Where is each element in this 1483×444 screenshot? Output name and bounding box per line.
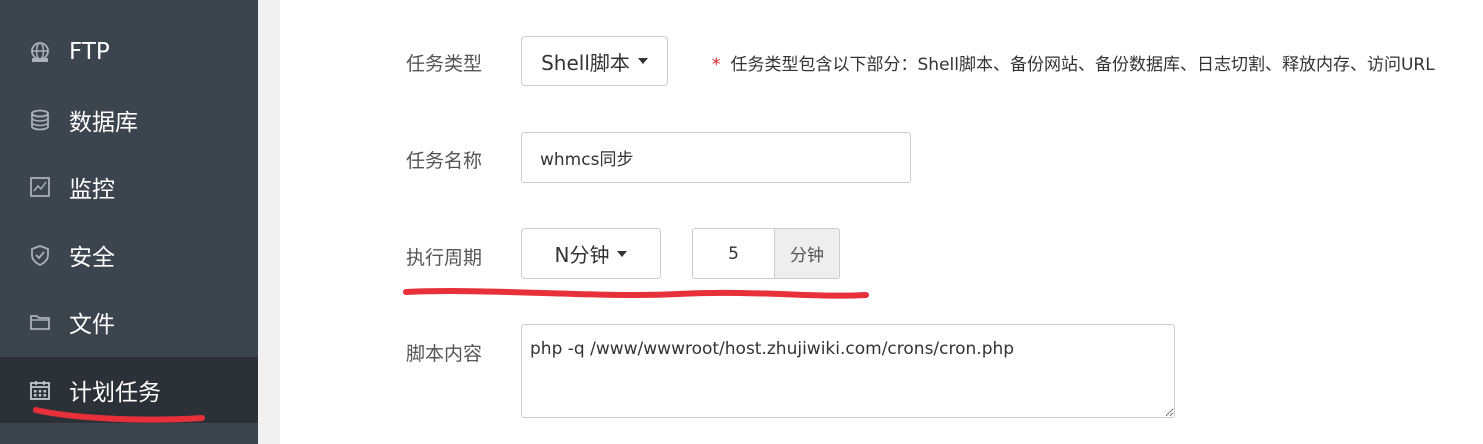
task-type-value: Shell脚本 bbox=[541, 50, 630, 75]
sidebar-item-ftp[interactable]: FTP bbox=[0, 19, 258, 85]
sidebar-item-label: 监控 bbox=[69, 177, 115, 203]
script-label: 脚本内容 bbox=[406, 343, 483, 365]
sidebar-item-label: 数据库 bbox=[69, 110, 138, 136]
shield-icon bbox=[29, 244, 51, 266]
sidebar-item-label: FTP bbox=[69, 39, 110, 65]
period-minutes-input[interactable] bbox=[692, 228, 775, 279]
task-name-label: 任务名称 bbox=[406, 150, 483, 172]
sidebar: FTP 数据库 监控 安全 文件 计划任务 bbox=[0, 0, 258, 444]
sidebar-item-monitor[interactable]: 监控 bbox=[0, 154, 258, 220]
period-mode-select[interactable]: N分钟 bbox=[521, 228, 661, 279]
chevron-down-icon bbox=[637, 58, 648, 64]
period-label: 执行周期 bbox=[406, 247, 483, 269]
sidebar-item-security[interactable]: 安全 bbox=[0, 222, 258, 288]
folder-icon bbox=[29, 311, 51, 333]
period-mode-value: N分钟 bbox=[554, 243, 610, 267]
sidebar-item-label: 安全 bbox=[69, 245, 115, 271]
calendar-icon bbox=[29, 379, 51, 401]
database-icon bbox=[29, 109, 51, 131]
task-type-label: 任务类型 bbox=[406, 53, 483, 75]
task-type-hint-text: 任务类型包含以下部分：Shell脚本、备份网站、备份数据库、日志切割、释放内存、… bbox=[730, 55, 1435, 75]
monitor-chart-icon bbox=[29, 176, 51, 198]
period-unit-addon: 分钟 bbox=[775, 228, 840, 279]
task-type-hint: * 任务类型包含以下部分：Shell脚本、备份网站、备份数据库、日志切割、释放内存… bbox=[712, 50, 1435, 75]
required-star: * bbox=[712, 55, 721, 75]
script-textarea[interactable]: php -q /www/wwwroot/host.zhujiwiki.com/c… bbox=[521, 324, 1175, 418]
sidebar-item-cron[interactable]: 计划任务 bbox=[0, 357, 258, 423]
globe-icon bbox=[29, 41, 51, 63]
sidebar-item-database[interactable]: 数据库 bbox=[0, 87, 258, 153]
sidebar-item-files[interactable]: 文件 bbox=[0, 289, 258, 355]
task-type-select[interactable]: Shell脚本 bbox=[521, 36, 668, 86]
sidebar-item-label: 计划任务 bbox=[69, 380, 161, 406]
sidebar-item-label: 文件 bbox=[69, 312, 115, 338]
task-name-input[interactable] bbox=[521, 132, 911, 183]
content-gutter bbox=[258, 0, 280, 444]
chevron-down-icon bbox=[617, 250, 628, 257]
annotation-underline bbox=[403, 288, 869, 299]
